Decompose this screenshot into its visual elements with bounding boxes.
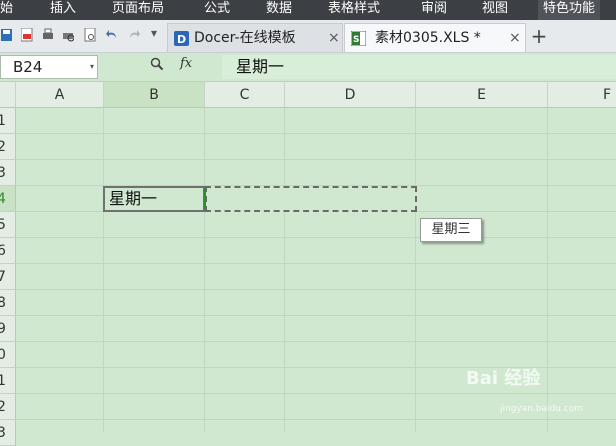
baidu-watermark-logo: Bai 经验 (466, 368, 541, 389)
grid-line (16, 315, 616, 316)
menu-page-layout[interactable]: 页面布局 (112, 0, 164, 20)
spreadsheet-file-icon: S (351, 31, 366, 46)
column-header-e[interactable]: E (416, 82, 548, 108)
autofill-range[interactable] (205, 186, 417, 212)
select-all-corner[interactable] (0, 82, 16, 108)
grid-line (16, 289, 616, 290)
autofill-preview-tooltip: 星期三 (420, 218, 482, 242)
export-pdf-icon[interactable] (21, 28, 33, 42)
menu-home[interactable]: 始 (0, 0, 13, 20)
insert-function-icon[interactable]: fx (180, 56, 192, 71)
row-header-selected[interactable]: 4 (0, 186, 16, 212)
menu-formulas[interactable]: 公式 (204, 0, 230, 20)
grid-line (16, 237, 616, 238)
menu-bar: 始 插入 页面布局 公式 数据 表格样式 审阅 视图 特色功能 (0, 0, 616, 20)
row-header[interactable]: 3 (0, 420, 16, 446)
print-icon[interactable] (42, 28, 54, 42)
row-header[interactable]: 2 (0, 394, 16, 420)
selected-cell-b24[interactable]: 星期一 (103, 186, 205, 212)
grid-line (16, 341, 616, 342)
undo-icon[interactable] (106, 28, 118, 42)
row-header[interactable]: 1 (0, 108, 16, 134)
new-tab-button[interactable]: + (528, 24, 550, 48)
grid-line (204, 108, 205, 432)
formula-input[interactable]: 星期一 (222, 55, 616, 79)
tab-label: Docer-在线模板 (194, 30, 296, 46)
tab-label: 素材0305.XLS * (375, 30, 481, 46)
tab-docer-templates[interactable]: D Docer-在线模板 × (167, 23, 343, 52)
row-header[interactable]: 8 (0, 290, 16, 316)
print-preview-icon[interactable] (62, 28, 74, 42)
tab-spreadsheet-file[interactable]: S 素材0305.XLS * × (344, 23, 526, 52)
column-header-a[interactable]: A (16, 82, 104, 108)
menu-special-features[interactable]: 特色功能 (538, 0, 601, 20)
docer-logo-icon: D (174, 31, 189, 46)
tab-close-icon[interactable]: × (509, 24, 521, 52)
toolbar-dropdown-icon[interactable]: ▾ (151, 26, 157, 40)
tab-close-icon[interactable]: × (328, 24, 340, 52)
svg-text:D: D (177, 33, 186, 46)
grid-line (103, 108, 104, 432)
formula-bar: B24 ▾ fx 星期一 (0, 53, 616, 82)
menu-review[interactable]: 审阅 (421, 0, 447, 20)
document-icon[interactable] (84, 28, 96, 42)
save-icon[interactable] (1, 28, 13, 42)
row-header[interactable]: 6 (0, 238, 16, 264)
quick-toolbar-and-tabs: ▾ D Docer-在线模板 × S 素材0305.XLS * × + (0, 20, 616, 53)
grid-line (16, 393, 616, 394)
grid-line (16, 419, 616, 420)
row-header[interactable]: 2 (0, 134, 16, 160)
grid-line (16, 263, 616, 264)
row-header[interactable]: 0 (0, 342, 16, 368)
row-header[interactable]: 7 (0, 264, 16, 290)
column-header-d[interactable]: D (285, 82, 416, 108)
name-box[interactable]: B24 ▾ (0, 55, 98, 79)
name-box-value: B24 (13, 58, 43, 76)
menu-view[interactable]: 视图 (482, 0, 508, 20)
grid-line (415, 108, 416, 432)
column-header-b[interactable]: B (104, 82, 205, 108)
chevron-down-icon[interactable]: ▾ (90, 56, 94, 78)
column-header-c[interactable]: C (205, 82, 285, 108)
row-header[interactable]: 5 (0, 212, 16, 238)
row-header[interactable]: 3 (0, 160, 16, 186)
drag-cursor (204, 188, 206, 210)
grid-line (284, 108, 285, 432)
menu-table-style[interactable]: 表格样式 (328, 0, 380, 20)
menu-insert[interactable]: 插入 (50, 0, 76, 20)
zoom-icon[interactable] (150, 57, 164, 71)
grid-line (547, 108, 548, 432)
row-header[interactable]: 1 (0, 368, 16, 394)
baidu-watermark-url: jingyan.baidu.com (500, 404, 584, 414)
menu-data[interactable]: 数据 (266, 0, 292, 20)
redo-icon[interactable] (128, 28, 140, 42)
grid-line (16, 159, 616, 160)
svg-text:S: S (353, 35, 359, 45)
column-header-f[interactable]: F (548, 82, 616, 108)
row-header[interactable]: 9 (0, 316, 16, 342)
grid-line (16, 133, 616, 134)
